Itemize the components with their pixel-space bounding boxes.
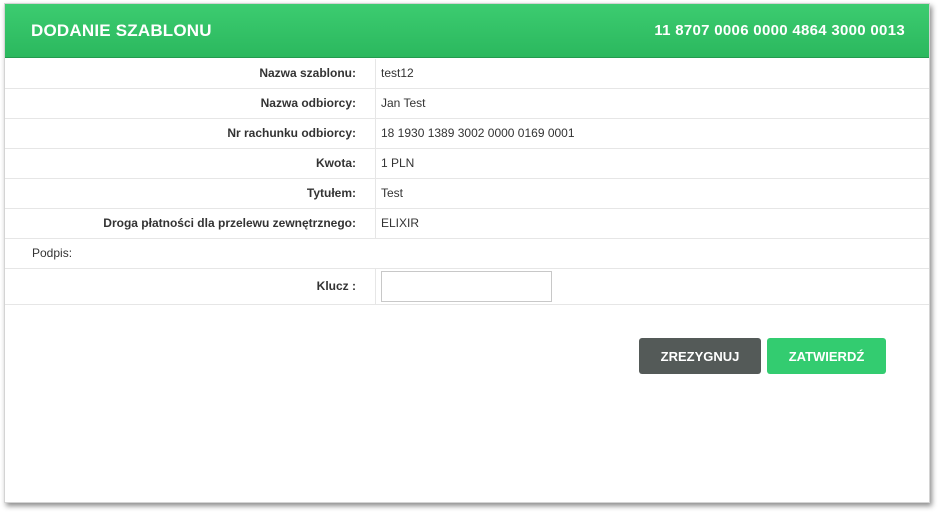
signature-section-row: Podpis: bbox=[5, 239, 929, 269]
field-label: Tytułem: bbox=[306, 186, 356, 200]
template-form-panel: DODANIE SZABLONU 11 8707 0006 0000 4864 … bbox=[4, 3, 930, 503]
field-value: 18 1930 1389 3002 0000 0169 0001 bbox=[381, 126, 575, 140]
field-value: Test bbox=[381, 186, 404, 200]
column-divider bbox=[375, 119, 376, 148]
field-value: Jan Test bbox=[381, 96, 426, 110]
field-value: ELIXIR bbox=[381, 216, 420, 230]
page-title: DODANIE SZABLONU bbox=[31, 21, 212, 40]
column-divider bbox=[375, 149, 376, 178]
cancel-button[interactable]: ZREZYGNUJ bbox=[639, 338, 761, 374]
field-row-payment-route: Droga płatności dla przelewu zewnętrzneg… bbox=[5, 209, 929, 239]
field-row-title: Tytułem: Test bbox=[5, 179, 929, 209]
confirm-button[interactable]: ZATWIERDŹ bbox=[767, 338, 886, 374]
field-row-amount: Kwota: 1 PLN bbox=[5, 149, 929, 179]
field-row-template-name: Nazwa szablonu: test12 bbox=[5, 59, 929, 89]
field-value: test12 bbox=[381, 66, 414, 80]
field-row-recipient-name: Nazwa odbiorcy: Jan Test bbox=[5, 89, 929, 119]
column-divider bbox=[375, 269, 376, 304]
column-divider bbox=[375, 209, 376, 238]
field-label: Nazwa odbiorcy: bbox=[260, 96, 356, 110]
column-divider bbox=[375, 59, 376, 88]
form-header: DODANIE SZABLONU 11 8707 0006 0000 4864 … bbox=[5, 4, 929, 58]
account-number: 11 8707 0006 0000 4864 3000 0013 bbox=[654, 22, 905, 39]
form-rows: Nazwa szablonu: test12 Nazwa odbiorcy: J… bbox=[5, 59, 929, 305]
key-input[interactable] bbox=[381, 271, 552, 302]
signature-section-label: Podpis: bbox=[32, 246, 73, 260]
field-label: Nazwa szablonu: bbox=[259, 66, 356, 80]
key-label: Klucz : bbox=[316, 279, 356, 293]
field-label: Droga płatności dla przelewu zewnętrzneg… bbox=[103, 216, 356, 230]
field-value: 1 PLN bbox=[381, 156, 415, 170]
column-divider bbox=[375, 89, 376, 118]
field-row-recipient-account: Nr rachunku odbiorcy: 18 1930 1389 3002 … bbox=[5, 119, 929, 149]
column-divider bbox=[375, 179, 376, 208]
field-label: Nr rachunku odbiorcy: bbox=[227, 126, 356, 140]
field-label: Kwota: bbox=[316, 156, 356, 170]
field-row-key: Klucz : bbox=[5, 269, 929, 305]
